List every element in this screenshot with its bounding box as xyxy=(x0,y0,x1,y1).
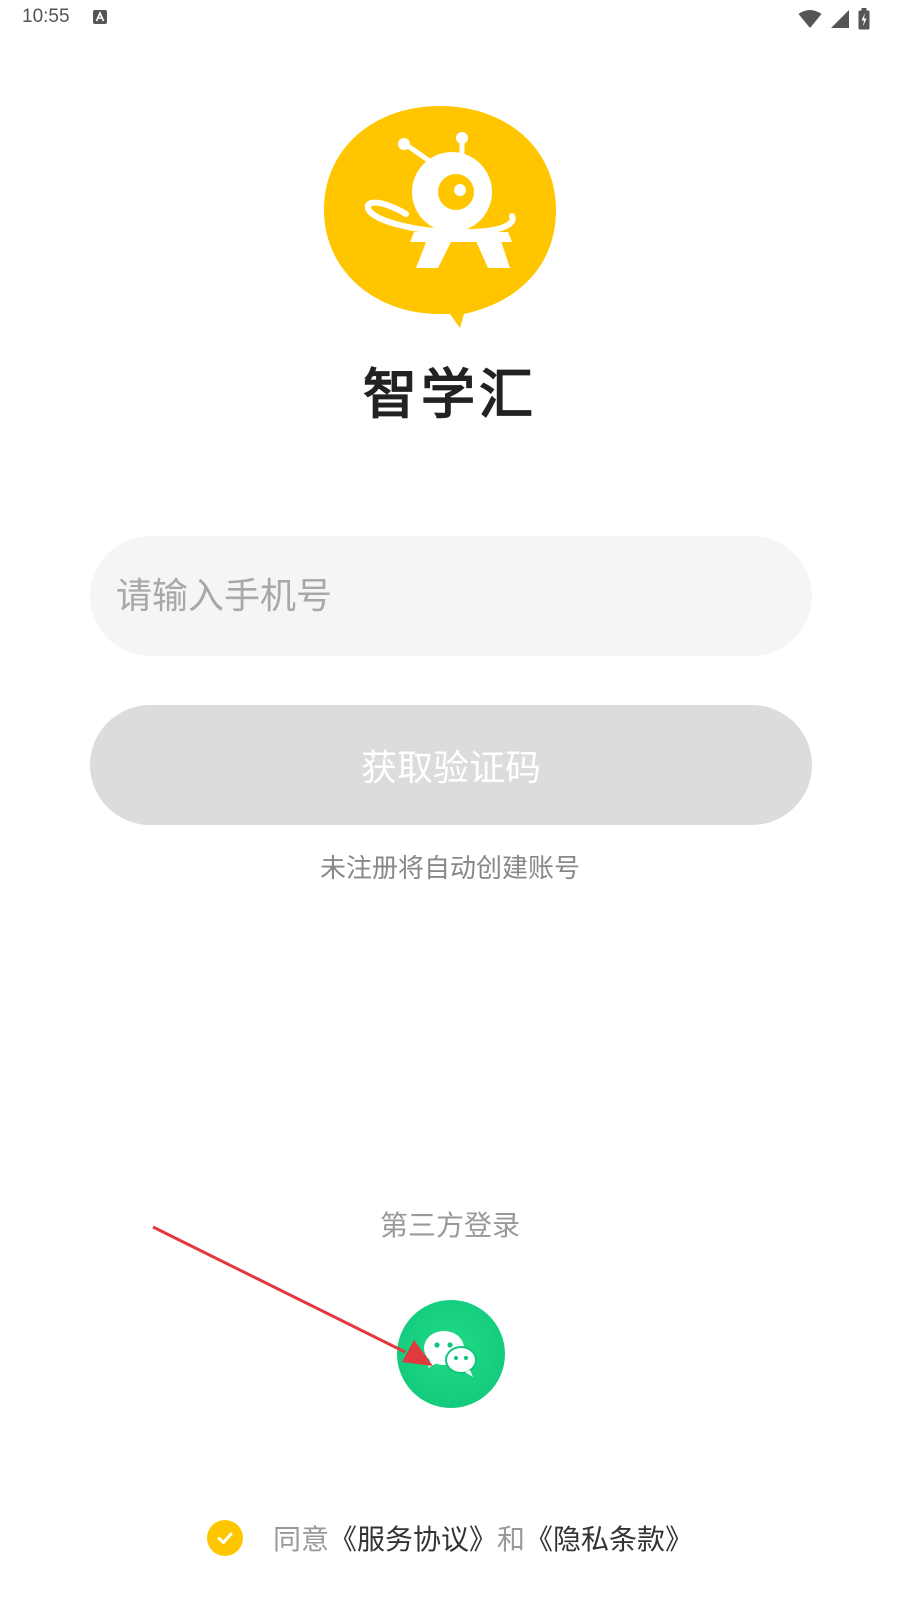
auto-create-hint: 未注册将自动创建账号 xyxy=(319,854,580,884)
and-text: 和 xyxy=(497,1523,526,1556)
phone-input-container[interactable] xyxy=(90,536,812,656)
signal-icon xyxy=(831,10,849,28)
app-logo xyxy=(324,106,556,328)
status-icons xyxy=(798,7,870,31)
phone-input[interactable] xyxy=(116,536,776,656)
wechat-icon xyxy=(424,1331,477,1377)
service-agreement-link[interactable]: 《服务协议》 xyxy=(329,1518,497,1558)
app-name: 智学汇 xyxy=(363,363,537,426)
third-party-login-title: 第三方登录 xyxy=(379,1209,520,1242)
battery-charging-icon xyxy=(858,8,870,30)
login-screen: 10:55 智学汇 请输入手机号 获取验证码 未注册将自动创建账号 第三方登录 … xyxy=(0,0,900,1600)
wifi-icon xyxy=(798,10,822,28)
keyboard-a-icon xyxy=(93,10,107,24)
get-code-button[interactable]: 获取验证码 xyxy=(90,705,812,825)
agree-text: 同意 xyxy=(272,1523,329,1556)
wechat-login-button[interactable] xyxy=(397,1300,505,1408)
status-time: 10:55 xyxy=(22,6,70,27)
check-icon xyxy=(217,1532,233,1544)
status-bar: 10:55 xyxy=(0,0,900,40)
agreement-row: 同意 《服务协议》 和 《隐私条款》 xyxy=(0,1516,900,1560)
agree-checkbox[interactable] xyxy=(206,1520,243,1556)
privacy-policy-link[interactable]: 《隐私条款》 xyxy=(525,1518,693,1558)
